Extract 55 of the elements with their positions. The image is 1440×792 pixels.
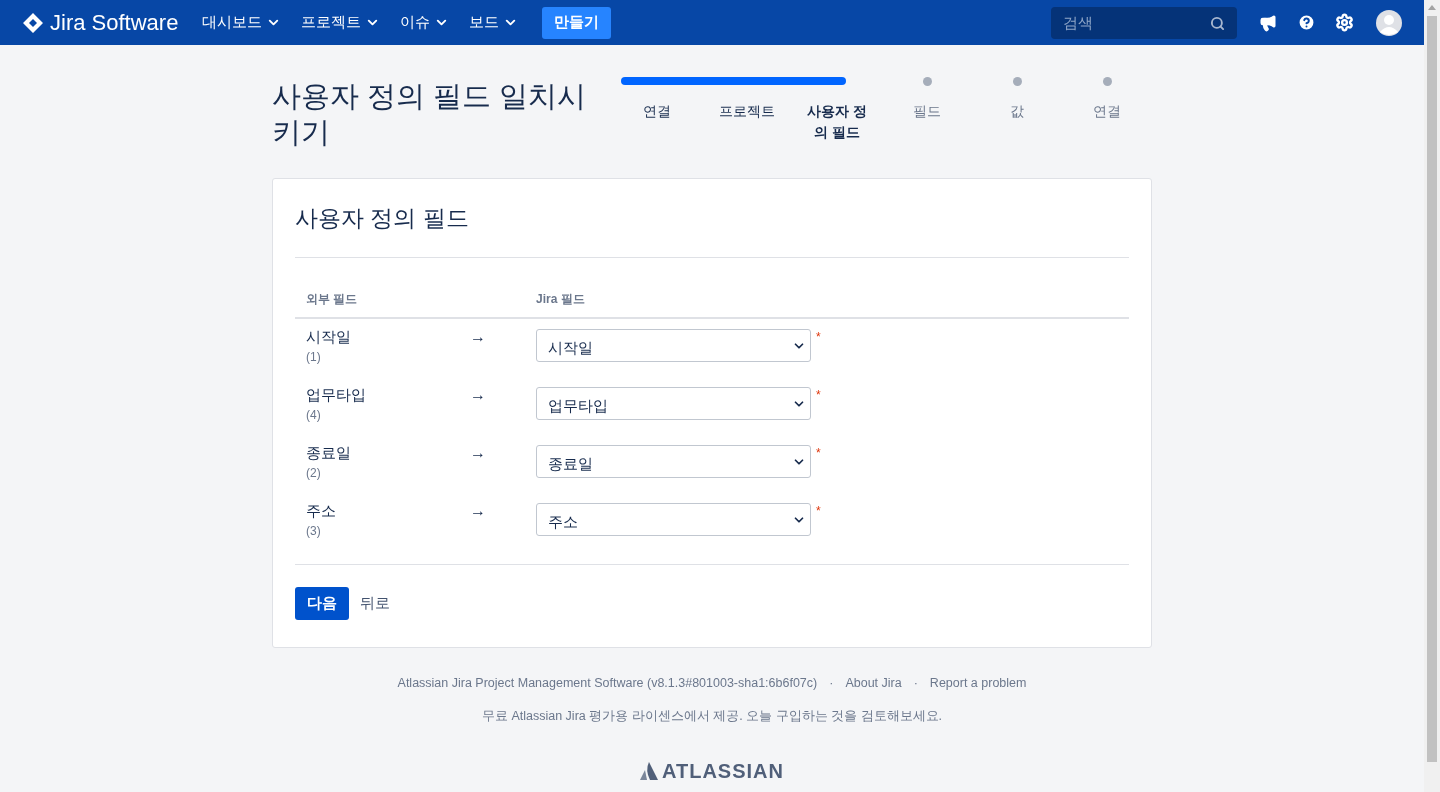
- footer-link[interactable]: Report a problem: [929, 674, 1027, 693]
- required-mark: *: [816, 387, 821, 404]
- mapping-arrow: →: [470, 501, 487, 521]
- create-button[interactable]: 만들기: [542, 6, 612, 39]
- mapping-arrow: →: [470, 327, 487, 347]
- mapping-arrow: →: [470, 385, 487, 405]
- required-mark: *: [816, 503, 821, 520]
- avatar-icon[interactable]: [1376, 9, 1402, 36]
- scrollbar-thumb[interactable]: [1427, 16, 1437, 762]
- select-dropdown[interactable]: 주소: [536, 503, 811, 536]
- mapping-arrow: →: [470, 443, 487, 463]
- required-mark: *: [816, 329, 821, 346]
- next-button[interactable]: 다음: [295, 587, 349, 620]
- settings-icon[interactable]: [1335, 13, 1354, 32]
- back-link[interactable]: 뒤로: [360, 592, 390, 615]
- license-notice: 무료 Atlassian Jira 평가용 라이센스에서 제공. 오늘 구입하는 것을 검토해보세요.: [480, 707, 944, 725]
- page-title: 사용자 정의 필드 일치시키기: [272, 79, 588, 150]
- scrollbar[interactable]: [1424, 0, 1440, 792]
- footer-link[interactable]: Atlassian Jira Project Management Software (v8.1.3#801003-sha1:6b6f07c): [397, 674, 818, 693]
- field-count: (2): [306, 465, 322, 482]
- nav-menu[interactable]: 보드: [467, 11, 521, 34]
- step-label: 값: [1009, 102, 1025, 121]
- step-label: 필드: [912, 102, 942, 121]
- field-count: (1): [306, 349, 322, 366]
- step-label: 사용자 정의 필드: [806, 102, 868, 142]
- required-mark: *: [816, 445, 821, 462]
- search-field[interactable]: 검색: [1051, 6, 1237, 39]
- field-count: (3): [306, 523, 322, 540]
- column-header: 외부 필드: [305, 291, 359, 308]
- field-name: 종료일: [306, 443, 352, 463]
- footer-link[interactable]: About Jira: [845, 674, 902, 693]
- product-logo-text[interactable]: Jira Software: [50, 6, 179, 39]
- select-dropdown[interactable]: 종료일: [536, 445, 811, 478]
- field-name: 업무타입: [306, 385, 367, 405]
- field-name: 주소: [306, 501, 337, 521]
- step-label: 연결: [642, 102, 672, 121]
- search-icon: [1210, 15, 1225, 31]
- help-icon[interactable]: [1297, 13, 1316, 32]
- select-dropdown[interactable]: 시작일: [536, 329, 811, 362]
- field-name: 시작일: [306, 327, 352, 347]
- megaphone-icon[interactable]: [1259, 13, 1277, 32]
- field-count: (4): [306, 407, 322, 424]
- column-header: Jira 필드: [536, 291, 585, 308]
- atlassian-logo-text: ATLASSIAN: [662, 758, 784, 784]
- step-label: 연결: [1092, 102, 1122, 121]
- select-dropdown[interactable]: 업무타입: [536, 387, 811, 420]
- nav-menu[interactable]: 이슈: [398, 11, 452, 34]
- nav-menu[interactable]: 대시보드: [200, 11, 284, 34]
- card-title: 사용자 정의 필드: [295, 204, 470, 233]
- separator-dot: ·: [913, 675, 918, 692]
- nav-menu[interactable]: 프로젝트: [299, 11, 383, 34]
- atlassian-logo-icon: [640, 761, 658, 780]
- diamond-logo-icon: [22, 11, 44, 34]
- step-label: 프로젝트: [718, 102, 776, 121]
- separator-dot: ·: [829, 675, 834, 692]
